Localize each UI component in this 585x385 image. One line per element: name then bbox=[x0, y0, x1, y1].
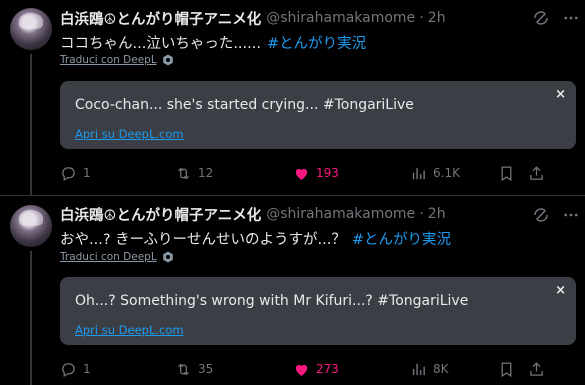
display-name[interactable]: 白浜鴎☮とんがり帽子アニメ化 bbox=[60, 204, 261, 225]
share-icon bbox=[530, 361, 543, 376]
tweet-actions: 1 35 273 8K bbox=[60, 358, 576, 380]
repost-icon bbox=[178, 363, 189, 375]
handle[interactable]: @shirahamakamome bbox=[266, 206, 415, 222]
grok-icon[interactable] bbox=[532, 206, 550, 224]
close-icon[interactable]: × bbox=[555, 283, 566, 298]
repost-count: 35 bbox=[198, 362, 214, 376]
reply-count: 1 bbox=[83, 362, 91, 376]
tweet-header: 白浜鴎☮とんがり帽子アニメ化 @shirahamakamome · 2h bbox=[60, 204, 446, 224]
deepl-icon bbox=[162, 251, 173, 263]
translate-link[interactable]: Traduci con DeepL bbox=[60, 251, 174, 263]
share-button[interactable] bbox=[528, 358, 551, 380]
more-icon[interactable] bbox=[562, 206, 580, 224]
tweet[interactable]: 白浜鴎☮とんがり帽子アニメ化 @shirahamakamome · 2h おや.… bbox=[0, 0, 585, 385]
views-count: 8K bbox=[433, 362, 449, 376]
reply-icon bbox=[62, 362, 75, 377]
bookmark-button[interactable] bbox=[498, 358, 521, 380]
bookmark-icon bbox=[501, 361, 512, 377]
hashtag-link[interactable]: #とんがり実況 bbox=[352, 232, 451, 248]
like-button[interactable]: 273 bbox=[293, 358, 339, 380]
avatar[interactable] bbox=[10, 205, 52, 247]
like-count: 273 bbox=[316, 362, 339, 376]
tweet-body: おや...? きーふりーせんせいのようすが...？ bbox=[60, 232, 346, 248]
translate-label[interactable]: Traduci con DeepL bbox=[60, 251, 157, 263]
like-icon bbox=[295, 364, 308, 376]
repost-button[interactable]: 35 bbox=[175, 358, 213, 380]
views-icon bbox=[412, 363, 425, 375]
thread-line bbox=[30, 251, 32, 385]
views-button[interactable]: 8K bbox=[410, 358, 449, 380]
open-deepl-link[interactable]: Apri su DeepL.com bbox=[75, 323, 184, 337]
reply-button[interactable]: 1 bbox=[60, 358, 91, 380]
translation-card: Oh...? Something's wrong with Mr Kifuri.… bbox=[60, 277, 576, 345]
tweet-text: おや...? きーふりーせんせいのようすが...？ #とんがり実況 bbox=[60, 228, 451, 249]
separator: · bbox=[419, 206, 424, 222]
translation-text: Oh...? Something's wrong with Mr Kifuri.… bbox=[75, 293, 469, 309]
timestamp[interactable]: 2h bbox=[428, 206, 446, 222]
